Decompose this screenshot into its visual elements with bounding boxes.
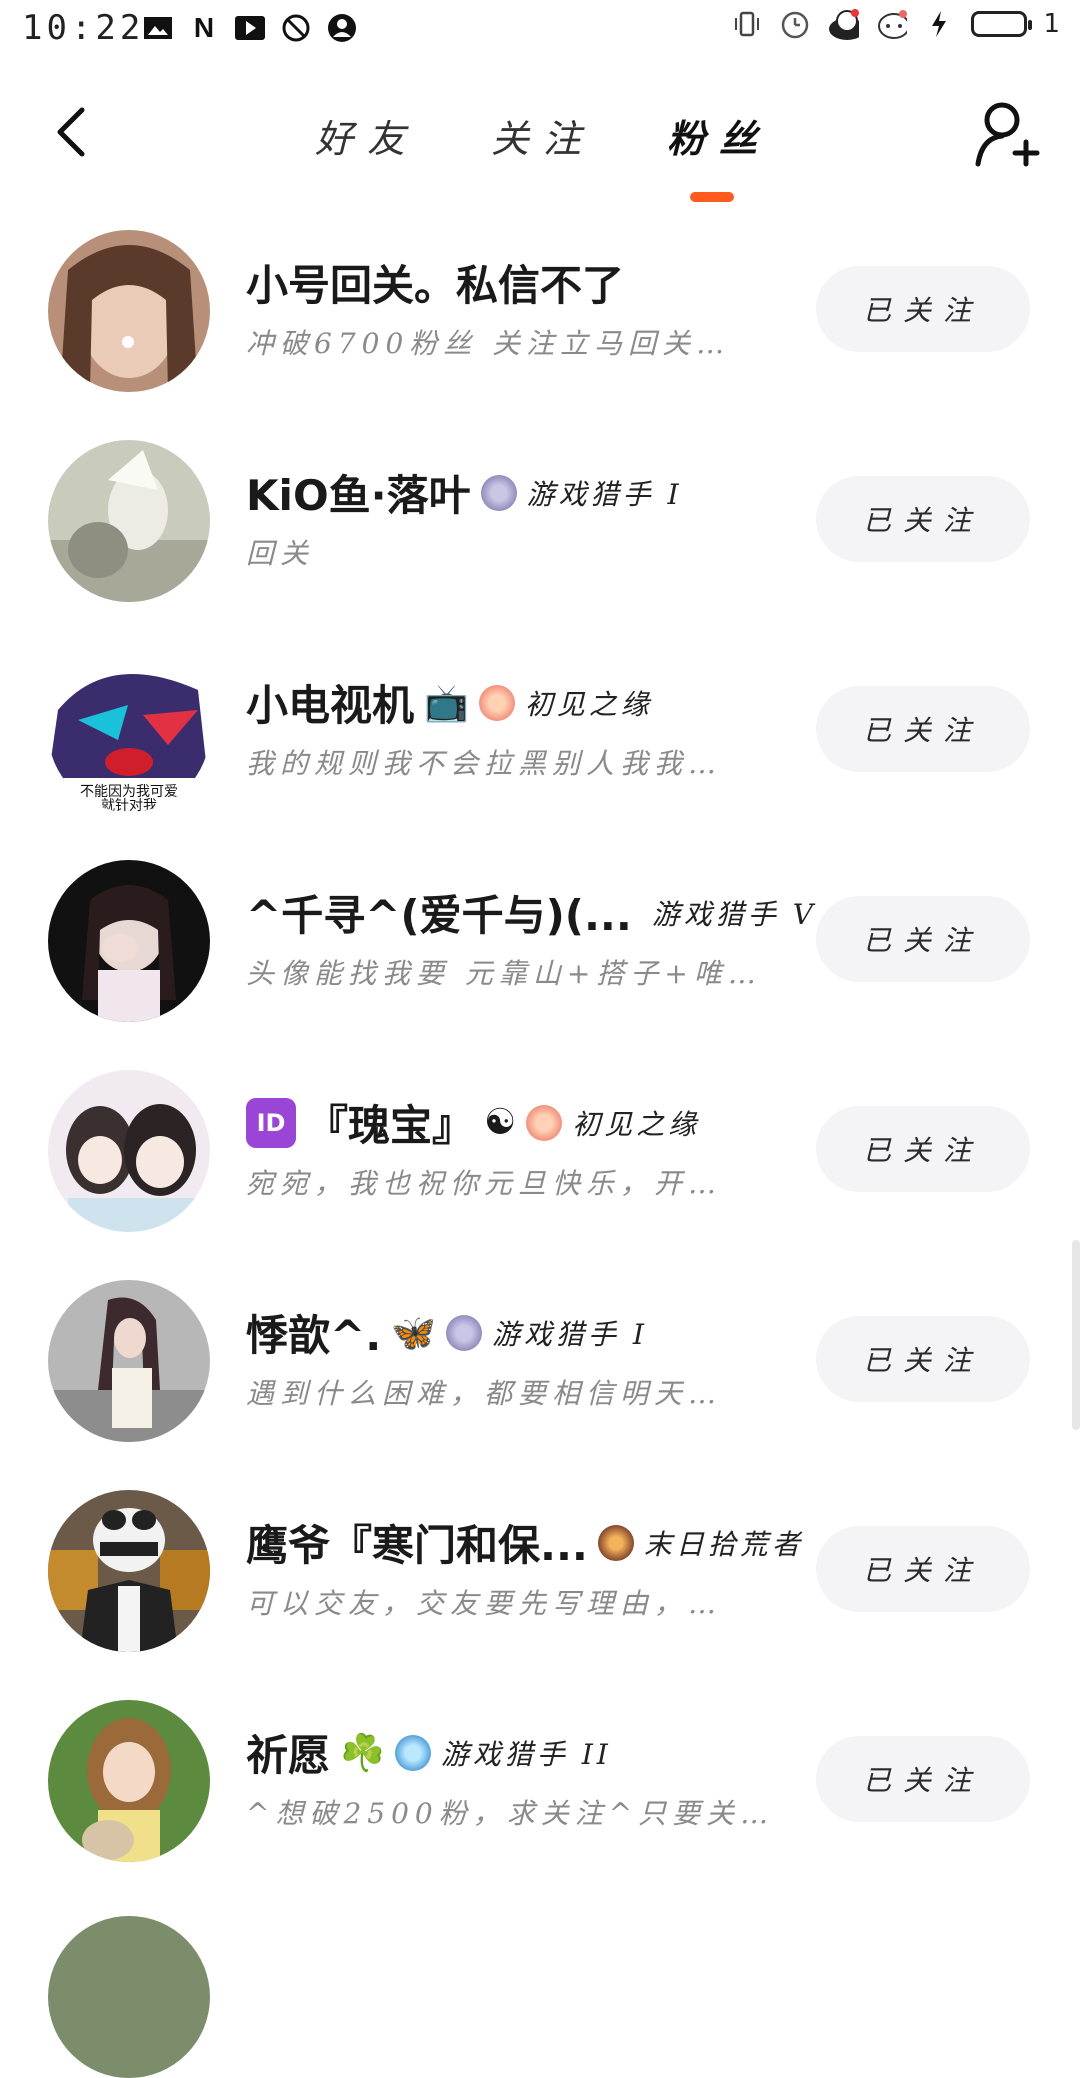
badge-label: 游戏猎手 V (651, 897, 817, 931)
avatar[interactable]: 不能因为我可爱 就针对我 (48, 650, 210, 812)
hello-kitty-icon (827, 8, 860, 40)
user-name[interactable]: 小电视机 (246, 672, 414, 733)
list-item[interactable]: 悸歆^. 🦋 游戏猎手 I 遇到什么困难，都要相信明天… 已关注 (0, 1272, 1080, 1482)
user-name[interactable]: ^千寻^(爱千与)(... (246, 882, 632, 943)
game-hunter-icon (445, 1314, 482, 1351)
active-tab-indicator (690, 192, 734, 202)
n-notification-icon: N (193, 12, 215, 43)
list-item[interactable]: 不能因为我可爱 就针对我 小电视机 📺 初见之缘 我的规则我不会拉黑别人我我… 已… (0, 642, 1080, 852)
badge-label: 游戏猎手 I (526, 477, 683, 511)
doomsday-scavenger-icon (597, 1524, 634, 1561)
charging-icon (923, 8, 955, 40)
list-item[interactable]: 祈愿 ☘️ 游戏猎手 II ^想破2500粉，求关注^只要关… 已关注 (0, 1692, 1080, 1902)
battery-icon (971, 11, 1033, 37)
avatar[interactable] (48, 1070, 210, 1232)
name-line: ID 『瑰宝』 ☯ 初见之缘 (246, 1092, 700, 1153)
user-name[interactable]: 鹰爷『寒门和保... (246, 1512, 588, 1573)
first-meet-icon (526, 1104, 563, 1141)
svg-text:就针对我: 就针对我 (101, 798, 157, 812)
avatar[interactable] (48, 230, 210, 392)
followed-button[interactable]: 已关注 (816, 686, 1030, 772)
tab-friends[interactable]: 好友 (315, 108, 419, 163)
do-not-disturb-icon (280, 12, 312, 44)
badge-label: 游戏猎手 I (491, 1317, 648, 1351)
account-icon (326, 12, 358, 44)
name-line: 鹰爷『寒门和保... 末日拾荒者 (246, 1512, 804, 1573)
followed-button[interactable]: 已关注 (816, 1736, 1030, 1822)
user-signature: 遇到什么困难，都要相信明天… (246, 1377, 723, 1410)
user-name[interactable]: 悸歆^. (246, 1302, 381, 1363)
name-line: 悸歆^. 🦋 游戏猎手 I (246, 1302, 648, 1363)
list-item[interactable]: 小号回关。私信不了 冲破6700粉丝 关注立马回关… 已关注 (0, 222, 1080, 432)
fans-list: 小号回关。私信不了 冲破6700粉丝 关注立马回关… 已关注 KiO鱼·落叶 游… (0, 222, 1080, 2078)
user-signature: 回关 (246, 537, 315, 570)
avatar[interactable] (48, 1700, 210, 1862)
yin-yang-icon: ☯ (484, 1102, 517, 1143)
hello-kitty-face-icon (875, 8, 908, 40)
followed-button[interactable]: 已关注 (816, 1316, 1030, 1402)
user-name[interactable]: KiO鱼·落叶 (246, 462, 471, 523)
add-user-icon (975, 102, 1040, 167)
followed-button[interactable]: 已关注 (816, 266, 1030, 352)
status-left-icons: N (142, 12, 358, 44)
alarm-icon (779, 8, 811, 40)
user-signature: ^想破2500粉，求关注^只要关… (246, 1797, 766, 1830)
list-item[interactable] (0, 1902, 1080, 2078)
back-button[interactable] (48, 102, 98, 162)
followed-button[interactable]: 已关注 (816, 896, 1030, 982)
user-signature: 宛宛，我也祝你元旦快乐，开… (246, 1167, 723, 1200)
avatar[interactable] (48, 1280, 210, 1442)
list-item[interactable]: 鹰爷『寒门和保... 末日拾荒者 可以交友，交友要先写理由，… 已关注 (0, 1482, 1080, 1692)
first-meet-icon (478, 684, 515, 721)
scrollbar[interactable] (1072, 1240, 1080, 1430)
user-name[interactable]: 『瑰宝』 (306, 1092, 474, 1153)
image-notification-icon (142, 12, 174, 44)
list-item[interactable]: ^千寻^(爱千与)(... 游戏猎手 V 头像能找我要 元靠山+搭子+唯… 已关… (0, 852, 1080, 1062)
followed-button[interactable]: 已关注 (816, 1106, 1030, 1192)
user-signature: 可以交友，交友要先写理由，… (246, 1587, 723, 1620)
header: 好友 关注 粉丝 (0, 60, 1080, 210)
name-line: 小号回关。私信不了 (246, 252, 624, 313)
tv-emoji: 📺 (424, 682, 469, 724)
status-right-icons: 1 (731, 8, 1060, 40)
status-time: 10:22 (22, 8, 145, 48)
name-line: 小电视机 📺 初见之缘 (246, 672, 653, 733)
badge-label: 初见之缘 (572, 1107, 701, 1141)
name-line: KiO鱼·落叶 游戏猎手 I (246, 462, 683, 523)
user-signature: 我的规则我不会拉黑别人我我… (246, 747, 723, 780)
badge-label: 末日拾荒者 (643, 1527, 804, 1561)
user-signature: 头像能找我要 元靠山+搭子+唯… (246, 957, 762, 990)
list-item[interactable]: ID 『瑰宝』 ☯ 初见之缘 宛宛，我也祝你元旦快乐，开… 已关注 (0, 1062, 1080, 1272)
shamrock-emoji: ☘️ (340, 1732, 385, 1774)
id-icon: ID (246, 1097, 296, 1148)
avatar[interactable] (48, 1490, 210, 1652)
avatar[interactable] (48, 860, 210, 1022)
game-hunter-icon (480, 474, 517, 511)
followed-button[interactable]: 已关注 (816, 476, 1030, 562)
tab-following[interactable]: 关注 (491, 108, 595, 163)
badge-label: 游戏猎手 II (440, 1737, 612, 1771)
badge-label: 初见之缘 (524, 687, 653, 721)
battery-level: 1 (1043, 9, 1060, 39)
followed-button[interactable]: 已关注 (816, 1526, 1030, 1612)
user-signature: 冲破6700粉丝 关注立马回关… (246, 327, 731, 360)
user-name[interactable]: 小号回关。私信不了 (246, 252, 624, 313)
tab-bar: 好友 关注 粉丝 (315, 108, 771, 163)
add-friend-button[interactable] (972, 98, 1042, 170)
name-line: ^千寻^(爱千与)(... 游戏猎手 V (246, 882, 813, 943)
tab-fans[interactable]: 粉丝 (667, 108, 771, 163)
list-item[interactable]: KiO鱼·落叶 游戏猎手 I 回关 已关注 (0, 432, 1080, 642)
play-notification-icon (234, 12, 266, 44)
game-hunter-icon (394, 1734, 431, 1771)
avatar[interactable] (48, 1916, 210, 2078)
name-line: 祈愿 ☘️ 游戏猎手 II (246, 1722, 612, 1783)
butterfly-emoji: 🦋 (391, 1312, 436, 1354)
user-name[interactable]: 祈愿 (246, 1722, 330, 1783)
avatar[interactable] (48, 440, 210, 602)
status-bar: 10:22 N 1 (0, 0, 1080, 60)
chevron-left-icon (57, 107, 85, 157)
vibrate-icon (731, 8, 763, 40)
